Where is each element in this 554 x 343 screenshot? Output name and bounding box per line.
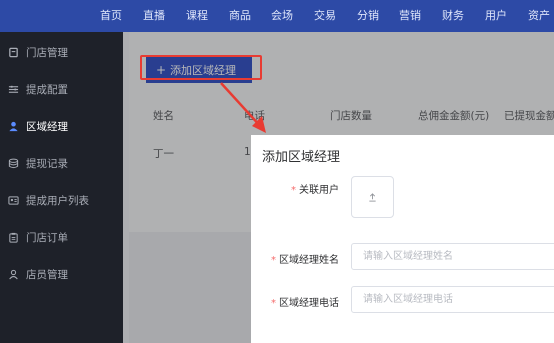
- required-mark: *: [271, 255, 276, 266]
- sidebar-item-label: 提成用户列表: [26, 194, 89, 207]
- required-mark: *: [291, 185, 296, 196]
- manager-phone-input[interactable]: 请输入区域经理电话: [351, 286, 554, 313]
- sidebar-item-commission-users[interactable]: 提成用户列表: [0, 188, 123, 212]
- sidebar-item-regional-manager[interactable]: 区域经理: [0, 114, 123, 138]
- person-outline-icon: [8, 269, 19, 280]
- user-select-upload[interactable]: [351, 176, 394, 218]
- nav-item-live[interactable]: 直播: [143, 0, 165, 32]
- user-icon: [8, 121, 19, 132]
- store-icon: [8, 47, 19, 58]
- related-user-label: * 关联用户: [291, 185, 339, 196]
- sidebar-item-label: 提成配置: [26, 83, 68, 96]
- nav-item-finance[interactable]: 财务: [442, 0, 464, 32]
- annotation-highlight-box: [140, 55, 262, 80]
- clipboard-icon: [8, 232, 19, 243]
- sliders-icon: [8, 84, 19, 95]
- nav-item-marketing[interactable]: 营销: [399, 0, 421, 32]
- sidebar-item-store-management[interactable]: 门店管理: [0, 40, 123, 64]
- nav-item-products[interactable]: 商品: [229, 0, 251, 32]
- manager-name-label: * 区域经理姓名: [271, 255, 339, 266]
- manager-name-input[interactable]: 请输入区域经理姓名: [351, 243, 554, 270]
- nav-item-trade[interactable]: 交易: [314, 0, 336, 32]
- nav-item-home[interactable]: 首页: [100, 0, 122, 32]
- nav-item-courses[interactable]: 课程: [186, 0, 208, 32]
- id-card-icon: [8, 195, 19, 206]
- nav-item-venue[interactable]: 会场: [271, 0, 293, 32]
- sidebar-item-withdraw-records[interactable]: 提现记录: [0, 151, 123, 175]
- sidebar-item-staff-management[interactable]: 店员管理: [0, 262, 123, 286]
- nav-item-users[interactable]: 用户: [485, 0, 507, 32]
- database-icon: [8, 158, 19, 169]
- sidebar-item-label: 提现记录: [26, 157, 68, 170]
- sidebar-item-store-orders[interactable]: 门店订单: [0, 225, 123, 249]
- add-manager-dialog: 添加区域经理 * 关联用户 * 区域经理姓名 请输入区域经理姓名 * 区域经理电话 请…: [251, 135, 554, 343]
- annotation-arrow-icon: [220, 82, 266, 133]
- nav-item-distribution[interactable]: 分销: [357, 0, 379, 32]
- upload-icon: [369, 192, 376, 202]
- required-mark: *: [271, 298, 276, 309]
- sidebar: 门店管理 提成配置 区域经理 提现记录 提成用户列表 门店订单 店员管理: [0, 32, 123, 343]
- sidebar-item-label: 店员管理: [26, 268, 68, 281]
- sidebar-item-label: 区域经理: [26, 120, 68, 133]
- top-nav: 首页 直播 课程 商品 会场 交易 分销 营销 财务 用户 资产: [0, 0, 554, 32]
- dialog-title: 添加区域经理: [262, 150, 341, 165]
- nav-item-assets[interactable]: 资产: [528, 0, 550, 32]
- sidebar-item-label: 门店管理: [26, 46, 68, 59]
- manager-phone-label: * 区域经理电话: [271, 298, 339, 309]
- sidebar-item-commission-config[interactable]: 提成配置: [0, 77, 123, 101]
- sidebar-item-label: 门店订单: [26, 231, 68, 244]
